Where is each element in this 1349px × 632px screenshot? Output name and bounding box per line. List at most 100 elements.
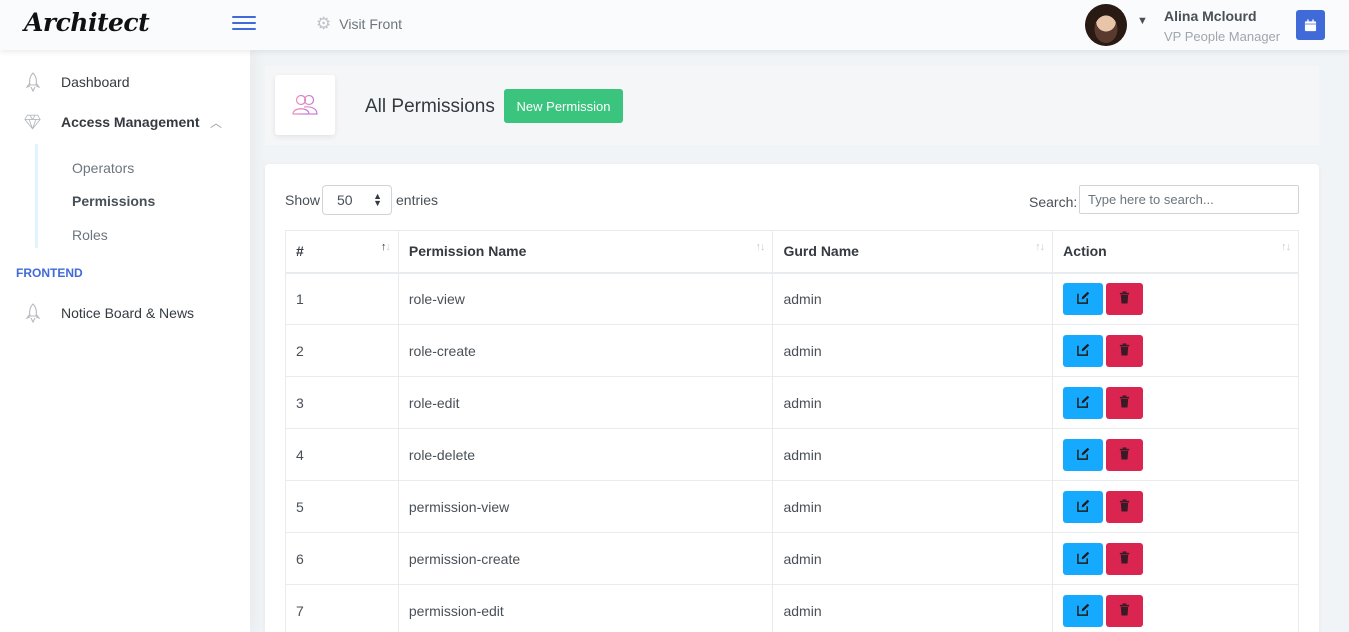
show-label: Show — [285, 192, 321, 208]
sidebar-item-operators[interactable]: Operators — [72, 160, 134, 176]
trash-icon — [1118, 602, 1131, 619]
search-label: Search: — [1029, 194, 1078, 210]
sort-icon: ↑↓ — [1035, 241, 1045, 253]
cell-guard-name: admin — [772, 428, 1054, 481]
delete-button[interactable] — [1106, 438, 1144, 471]
edit-icon — [1076, 291, 1090, 307]
edit-button[interactable] — [1063, 490, 1104, 523]
cell-action — [1052, 376, 1299, 429]
cell-action — [1052, 584, 1299, 632]
chevron-up-icon[interactable]: ︿ — [210, 114, 222, 131]
cell-guard-name: admin — [772, 324, 1054, 377]
avatar[interactable] — [1085, 4, 1127, 46]
cell-action — [1052, 532, 1299, 585]
users-icon — [275, 75, 335, 135]
table-row: 7 permission-edit admin — [285, 584, 1299, 632]
sidebar-item-roles[interactable]: Roles — [72, 227, 108, 243]
sidebar: Dashboard Access Management ︿ Operators … — [0, 50, 250, 632]
page-title-box: All Permissions New Permission — [265, 66, 1319, 145]
rocket-icon — [24, 303, 41, 323]
cell-action — [1052, 428, 1299, 481]
trash-icon — [1118, 291, 1131, 307]
table-row: 6 permission-create admin — [285, 532, 1299, 585]
edit-button[interactable] — [1063, 386, 1104, 419]
trash-icon — [1118, 550, 1131, 567]
sidebar-item-label: Dashboard — [61, 74, 130, 90]
table-header-row: # ↑↓ Permission Name ↑↓ Gurd Name ↑↓ Action… — [285, 230, 1299, 274]
cell-id: 1 — [285, 272, 399, 325]
sidebar-item-access-management[interactable]: Access Management — [24, 112, 200, 132]
sidebar-item-label: Notice Board & News — [61, 305, 195, 321]
cell-guard-name: admin — [772, 532, 1054, 585]
trash-icon — [1118, 342, 1131, 359]
delete-button[interactable] — [1106, 542, 1144, 575]
delete-button[interactable] — [1106, 334, 1144, 367]
edit-icon — [1076, 395, 1090, 411]
table-row: 2 role-create admin — [285, 324, 1299, 377]
delete-button[interactable] — [1106, 282, 1144, 315]
table-row: 4 role-delete admin — [285, 428, 1299, 481]
column-header-guard-name[interactable]: Gurd Name ↑↓ — [772, 230, 1054, 274]
cell-permission-name: permission-create — [397, 532, 774, 585]
trash-icon — [1118, 446, 1131, 463]
cell-guard-name: admin — [772, 272, 1054, 325]
table-row: 1 role-view admin — [285, 272, 1299, 325]
rocket-icon — [24, 72, 41, 92]
calendar-button[interactable] — [1296, 10, 1325, 40]
visit-front-label: Visit Front — [339, 16, 403, 32]
submenu-line — [35, 144, 38, 248]
edit-button[interactable] — [1063, 542, 1104, 575]
cell-id: 4 — [285, 428, 399, 481]
gear-icon: ⚙ — [316, 14, 332, 33]
chevron-down-icon[interactable]: ▼ — [1137, 15, 1148, 27]
sidebar-item-permissions[interactable]: Permissions — [72, 193, 155, 209]
table-row: 3 role-edit admin — [285, 376, 1299, 429]
column-header-action[interactable]: Action ↑↓ — [1052, 230, 1299, 274]
sidebar-item-label: Access Management — [61, 114, 200, 130]
cell-id: 5 — [285, 480, 399, 533]
edit-button[interactable] — [1063, 282, 1104, 315]
cell-action — [1052, 272, 1299, 325]
diamond-icon — [24, 112, 41, 132]
permissions-card: Show 50 ▲▼ entries Search: #↑↓ Permissio… — [265, 164, 1319, 632]
entries-label: entries — [396, 192, 439, 208]
section-heading: FRONTEND — [16, 266, 83, 280]
edit-icon — [1076, 447, 1090, 463]
page-title: All Permissions — [365, 96, 495, 117]
page-size-value: 50 — [337, 192, 353, 208]
new-permission-button[interactable]: New Permission — [504, 89, 623, 123]
delete-button[interactable] — [1106, 386, 1144, 419]
hamburger-icon[interactable] — [232, 16, 256, 32]
edit-button[interactable] — [1063, 594, 1104, 627]
calendar-icon — [1304, 18, 1317, 31]
page-size-select[interactable]: 50 ▲ ▼ — [322, 185, 392, 215]
edit-icon — [1076, 603, 1090, 619]
column-header-id[interactable]: # ↑↓ — [285, 230, 399, 274]
user-role: VP People Manager — [1164, 29, 1281, 44]
trash-icon — [1118, 498, 1131, 515]
permissions-table: # ↑↓ Permission Name ↑↓ Gurd Name ↑↓ Action… — [285, 230, 1299, 632]
cell-action — [1052, 324, 1299, 377]
edit-icon — [1076, 343, 1090, 359]
cell-permission-name: role-delete — [397, 428, 774, 481]
edit-icon — [1076, 499, 1090, 515]
cell-permission-name: permission-edit — [397, 584, 774, 632]
edit-button[interactable] — [1063, 438, 1104, 471]
delete-button[interactable] — [1106, 594, 1144, 627]
delete-button[interactable] — [1106, 490, 1144, 523]
table-row: 5 permission-view admin — [285, 480, 1299, 533]
edit-button[interactable] — [1063, 334, 1104, 367]
top-header: Architect ⚙ Visit Front ▼ Alina Mclourd … — [0, 0, 1349, 50]
sort-icon: ↑↓ — [755, 241, 765, 253]
cell-permission-name: role-view — [397, 272, 774, 325]
cell-permission-name: permission-view — [397, 480, 774, 533]
cell-action — [1052, 480, 1299, 533]
trash-icon — [1118, 394, 1131, 411]
app-logo[interactable]: Architect — [24, 8, 150, 37]
edit-icon — [1076, 551, 1090, 567]
visit-front-link[interactable]: ⚙ Visit Front — [316, 14, 403, 33]
sidebar-item-notice-board[interactable]: Notice Board & News — [24, 303, 194, 323]
search-input[interactable] — [1079, 185, 1299, 214]
sidebar-item-dashboard[interactable]: Dashboard — [24, 72, 130, 92]
column-header-permission-name[interactable]: Permission Name ↑↓ — [397, 230, 774, 274]
